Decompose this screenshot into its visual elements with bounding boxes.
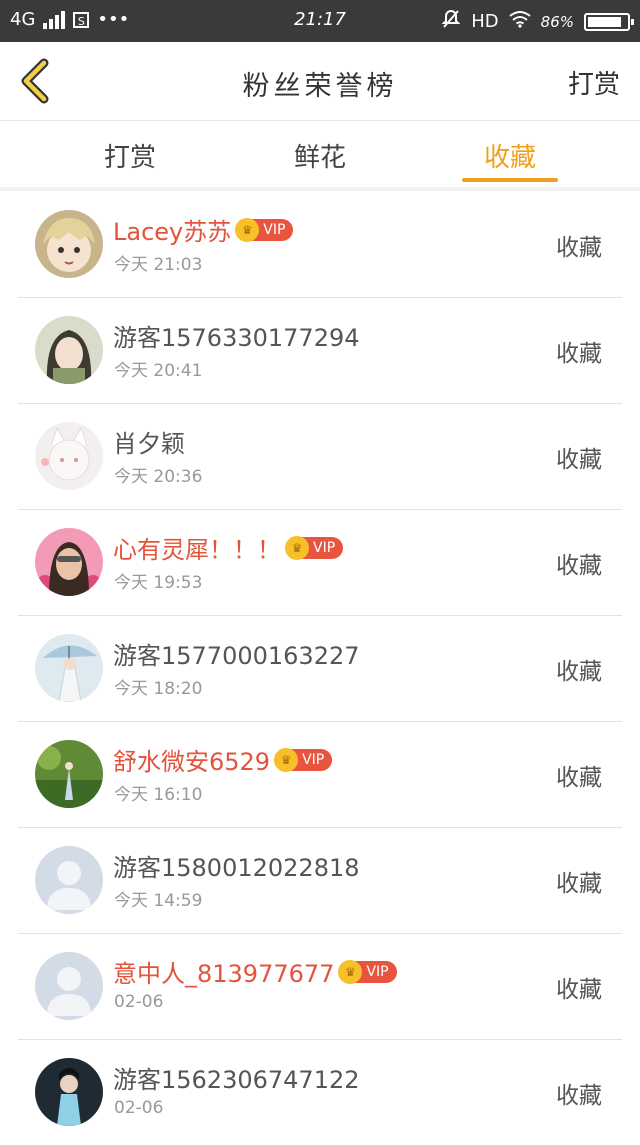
tab-label: 鲜花	[293, 143, 346, 173]
fan-name: 舒水微安6529 ♛ VIP	[113, 742, 333, 777]
default-user-avatar-icon	[35, 952, 103, 1020]
tab-label: 打赏	[103, 143, 156, 173]
hd-label: HD	[471, 11, 499, 32]
vip-badge: ♛ VIP	[274, 747, 333, 772]
fan-name: 肖夕颖	[113, 424, 185, 459]
action-label: 收藏	[556, 977, 602, 1003]
fan-time: 今天 20:41	[114, 361, 203, 381]
anime-girl-avatar-icon	[35, 210, 103, 278]
fan-time: 今天 19:53	[114, 573, 203, 593]
green-scene-avatar-icon	[35, 740, 103, 808]
fan-list: Lacey苏苏 ♛ VIP 今天 21:03 收藏 游客1576330177294 …	[18, 192, 622, 1145]
battery-percent: 86%	[540, 12, 574, 31]
fan-name: Lacey苏苏 ♛ VIP	[113, 212, 294, 247]
action-label: 收藏	[556, 447, 602, 473]
fan-time: 今天 20:36	[114, 467, 203, 487]
avatar	[35, 210, 103, 278]
crown-icon: ♛	[235, 217, 260, 242]
fan-name: 游客1562306747122	[113, 1060, 360, 1095]
vip-badge: ♛ VIP	[235, 217, 294, 242]
active-tab-indicator	[462, 178, 558, 182]
vip-badge: ♛ VIP	[285, 535, 344, 560]
tip-button[interactable]: 打赏	[568, 64, 620, 101]
fan-name: 游客1576330177294	[113, 318, 360, 353]
list-item[interactable]: 游客1580012022818 今天 14:59 收藏	[18, 828, 622, 934]
anime-dark-hair-avatar-icon	[35, 316, 103, 384]
list-item[interactable]: 肖夕颖 今天 20:36 收藏	[18, 404, 622, 510]
tab-tip[interactable]: 打赏	[70, 137, 190, 174]
crown-icon: ♛	[285, 535, 309, 560]
list-item[interactable]: 游客1576330177294 今天 20:41 收藏	[18, 298, 622, 404]
status-right: HD 86%	[441, 9, 634, 34]
action-label: 收藏	[556, 659, 602, 685]
white-fox-girl-avatar-icon	[35, 422, 103, 490]
crown-icon: ♛	[274, 747, 299, 772]
fan-time: 今天 14:59	[114, 891, 203, 911]
action-label: 收藏	[556, 553, 602, 579]
fan-time: 今天 21:03	[114, 255, 203, 275]
tab-label: 收藏	[483, 143, 536, 173]
vip-badge-text: VIP	[313, 539, 336, 556]
list-item[interactable]: Lacey苏苏 ♛ VIP 今天 21:03 收藏	[18, 192, 622, 298]
action-label: 收藏	[556, 341, 602, 367]
umbrella-figure-avatar-icon	[35, 634, 103, 702]
vip-badge-text: VIP	[366, 963, 389, 980]
vip-badge-text: VIP	[302, 751, 325, 768]
avatar	[35, 634, 103, 702]
tab-flowers[interactable]: 鲜花	[260, 137, 380, 174]
action-label: 收藏	[556, 235, 602, 261]
dark-costume-avatar-icon	[35, 1058, 103, 1126]
nav-header: 粉丝荣誉榜 打赏	[0, 42, 640, 121]
list-item[interactable]: 舒水微安6529 ♛ VIP 今天 16:10 收藏	[18, 722, 622, 828]
avatar	[35, 422, 103, 490]
flower-portrait-avatar-icon	[35, 528, 103, 596]
fan-name-text: 游客1562306747122	[113, 1066, 360, 1094]
fan-name: 意中人_813977677 ♛ VIP	[113, 954, 397, 989]
fan-time: 今天 18:20	[114, 679, 203, 699]
action-label: 收藏	[556, 765, 602, 791]
vip-badge-text: VIP	[263, 221, 286, 238]
page-title: 粉丝荣誉榜	[242, 71, 398, 102]
list-item[interactable]: 游客1562306747122 02-06 收藏	[18, 1040, 622, 1145]
battery-icon	[584, 12, 634, 31]
avatar	[35, 1058, 103, 1126]
avatar	[35, 846, 103, 914]
default-user-avatar-icon	[35, 846, 103, 914]
fan-name: 心有灵犀！！！ ♛ VIP	[113, 530, 344, 565]
fan-name-text: Lacey苏苏	[113, 218, 232, 246]
fan-name-text: 心有灵犀！！！	[113, 536, 281, 564]
list-item[interactable]: 游客1577000163227 今天 18:20 收藏	[18, 616, 622, 722]
tab-bar: 打赏 鲜花 收藏	[0, 121, 640, 191]
action-label: 收藏	[556, 1083, 602, 1109]
fan-name-text: 游客1576330177294	[113, 324, 360, 352]
fan-name: 游客1580012022818	[113, 848, 360, 883]
list-item[interactable]: 心有灵犀！！！ ♛ VIP 今天 19:53 收藏	[18, 510, 622, 616]
fan-time: 今天 16:10	[114, 785, 203, 805]
list-item[interactable]: 意中人_813977677 ♛ VIP 02-06 收藏	[18, 934, 622, 1040]
avatar	[35, 952, 103, 1020]
action-label: 收藏	[556, 871, 602, 897]
fan-name-text: 游客1577000163227	[113, 642, 360, 670]
fan-name-text: 舒水微安6529	[113, 748, 271, 776]
fan-name-text: 肖夕颖	[113, 430, 185, 458]
wifi-icon	[509, 10, 531, 33]
avatar	[35, 740, 103, 808]
fan-time: 02-06	[114, 992, 164, 1012]
vip-badge: ♛ VIP	[338, 959, 397, 984]
tab-favorites[interactable]: 收藏	[450, 137, 570, 182]
mute-bell-icon	[441, 9, 461, 34]
fan-time: 02-06	[114, 1098, 164, 1118]
fan-name-text: 游客1580012022818	[113, 854, 360, 882]
avatar	[35, 528, 103, 596]
avatar	[35, 316, 103, 384]
status-bar: 4G S ••• 21:17 HD 86%	[0, 0, 640, 42]
fan-name: 游客1577000163227	[113, 636, 360, 671]
fan-name-text: 意中人_813977677	[113, 960, 335, 988]
battery-fill	[588, 16, 621, 27]
crown-icon: ♛	[338, 959, 363, 984]
